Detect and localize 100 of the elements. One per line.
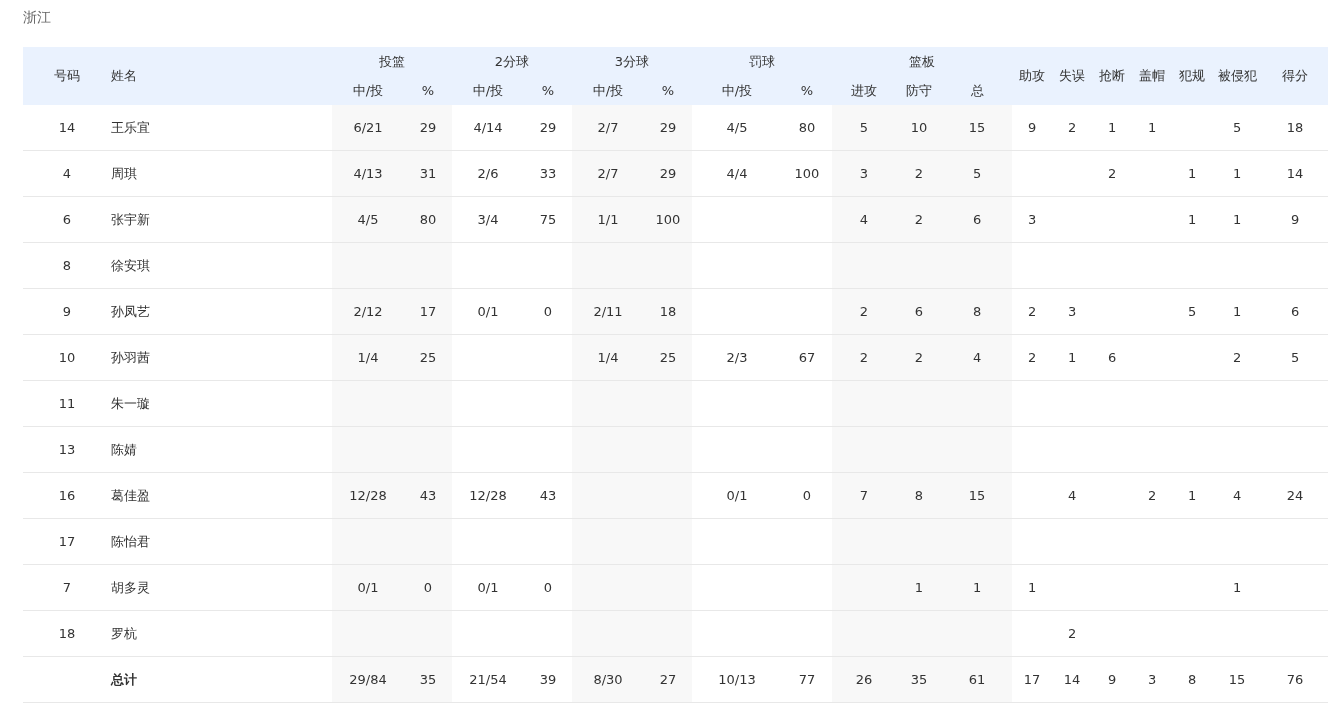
stat-value: 2/11 [593, 304, 623, 319]
stat-value: 10 [910, 120, 928, 135]
stat-value: 12/28 [349, 488, 387, 503]
column-header: 中/投 [352, 82, 384, 98]
stat-value: 5 [859, 120, 869, 135]
player-name: 葛佳盈 [111, 487, 150, 503]
stat-value: 5 [1232, 120, 1242, 135]
column-header: 姓名 [111, 68, 137, 83]
column-header: 防守 [906, 82, 932, 98]
stat-value: 24 [1286, 488, 1304, 503]
stat-value: 10/13 [718, 672, 756, 687]
column-header: 犯规 [1179, 68, 1206, 83]
stat-value: 1 [1187, 166, 1197, 181]
jersey-number: 7 [62, 580, 72, 595]
stat-value: 0/1 [477, 304, 499, 319]
stat-value: 1 [1232, 166, 1242, 181]
stat-value: 6/21 [353, 120, 383, 135]
stat-value: 12/28 [469, 488, 507, 503]
stat-value: 25 [659, 350, 677, 365]
column-header: 得分 [1282, 68, 1309, 83]
stat-value: 4/5 [726, 120, 748, 135]
stat-value: 26 [855, 672, 873, 687]
stat-value: 1 [1027, 580, 1037, 595]
stat-value: 6 [972, 212, 982, 227]
stat-value: 0 [543, 580, 553, 595]
stat-value: 43 [539, 488, 557, 503]
stat-value: 0/1 [726, 488, 748, 503]
stat-value: 2 [1027, 304, 1037, 319]
stat-value: 100 [794, 166, 820, 181]
stat-value: 0/1 [477, 580, 499, 595]
stat-value: 2/7 [597, 166, 619, 181]
stat-value: 29 [659, 166, 677, 181]
stat-value: 14 [1063, 672, 1081, 687]
stat-value: 29/84 [349, 672, 387, 687]
stat-value: 75 [539, 212, 557, 227]
player-name: 徐安琪 [111, 257, 150, 273]
stat-value: 6 [914, 304, 924, 319]
jersey-number: 10 [58, 350, 76, 365]
stat-value: 35 [910, 672, 928, 687]
stat-value: 5 [972, 166, 982, 181]
stat-value: 2 [1067, 626, 1077, 641]
stat-value: 2/12 [353, 304, 383, 319]
stat-value: 35 [419, 672, 437, 687]
stat-value: 4 [1067, 488, 1077, 503]
stat-value: 80 [419, 212, 437, 227]
group-header: 投篮 [379, 53, 405, 69]
stat-value: 2 [914, 350, 924, 365]
stat-value: 8 [914, 488, 924, 503]
stat-value: 1 [1232, 580, 1242, 595]
column-header: % [421, 83, 435, 98]
stat-value: 4/13 [353, 166, 383, 181]
stat-value: 2/7 [597, 120, 619, 135]
stat-value: 31 [419, 166, 437, 181]
stat-value: 2 [1107, 166, 1117, 181]
stat-value: 0 [802, 488, 812, 503]
column-header: % [541, 83, 555, 98]
stat-value: 15 [968, 488, 986, 503]
stat-value: 9 [1290, 212, 1300, 227]
stat-value: 18 [1286, 120, 1304, 135]
group-header: 篮板 [909, 53, 935, 69]
stat-value: 67 [798, 350, 816, 365]
stat-value: 1 [1147, 120, 1157, 135]
player-name: 王乐宜 [111, 119, 150, 135]
column-header: 中/投 [721, 82, 753, 98]
stat-value: 4 [972, 350, 982, 365]
player-name: 胡多灵 [111, 579, 150, 595]
column-header: 抢断 [1099, 68, 1126, 83]
stat-value: 0/1 [357, 580, 379, 595]
column-header: 助攻 [1019, 68, 1046, 83]
stat-value: 2/6 [477, 166, 499, 181]
jersey-number: 8 [62, 258, 72, 273]
stat-value: 4/5 [357, 212, 379, 227]
stat-value: 5 [1290, 350, 1300, 365]
stat-value: 6 [1107, 350, 1117, 365]
jersey-number: 6 [62, 212, 72, 227]
jersey-number: 4 [62, 166, 72, 181]
stat-value: 0 [543, 304, 553, 319]
stat-value: 3/4 [477, 212, 499, 227]
stat-value: 1 [1107, 120, 1117, 135]
stat-value: 1 [1067, 350, 1077, 365]
stat-value: 77 [798, 672, 816, 687]
player-name: 罗杭 [111, 625, 137, 641]
stat-value: 2/3 [726, 350, 748, 365]
stat-value: 17 [419, 304, 437, 319]
stat-value: 29 [659, 120, 677, 135]
player-name: 陈婧 [111, 441, 137, 457]
stat-value: 2 [1027, 350, 1037, 365]
column-header: 中/投 [592, 82, 624, 98]
group-header: 罚球 [749, 53, 775, 69]
stat-value: 3 [1027, 212, 1037, 227]
stat-value: 3 [1067, 304, 1077, 319]
stat-value: 8/30 [593, 672, 623, 687]
stat-value: 1 [1232, 212, 1242, 227]
stat-value: 4/14 [473, 120, 503, 135]
player-name: 孙凤艺 [111, 303, 150, 319]
stat-value: 100 [655, 212, 681, 227]
stat-value: 4/4 [726, 166, 748, 181]
stat-value: 9 [1107, 672, 1117, 687]
stat-value: 1 [1232, 304, 1242, 319]
stat-value: 3 [859, 166, 869, 181]
